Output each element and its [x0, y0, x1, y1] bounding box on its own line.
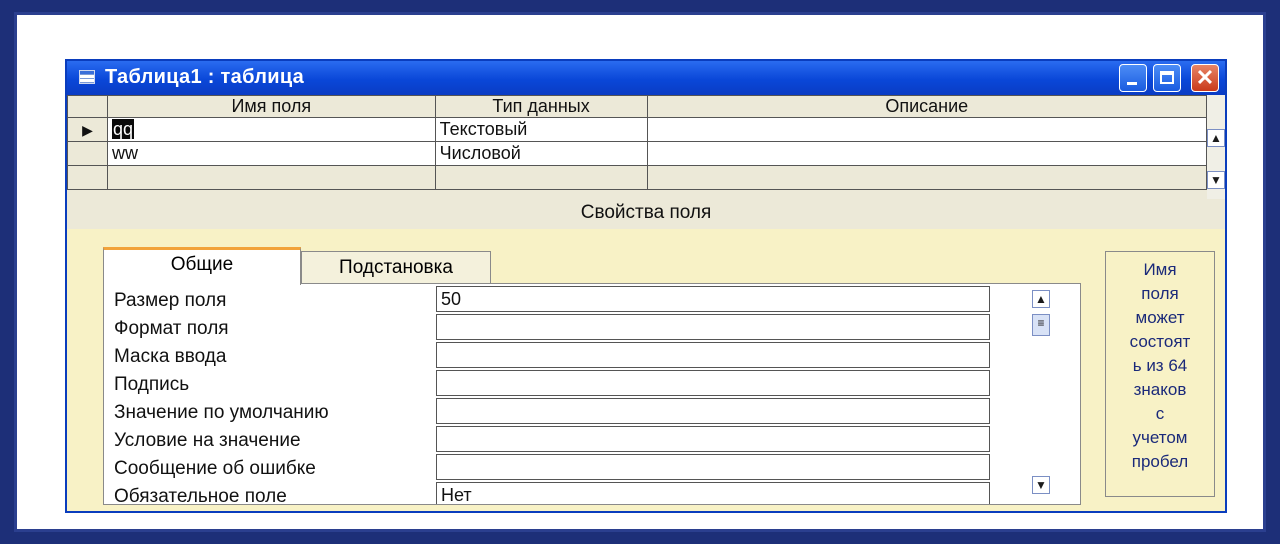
properties-scroll-up-button[interactable]: ▲: [1032, 290, 1050, 308]
scroll-up-icon: ▲: [1210, 131, 1222, 145]
property-value-format[interactable]: [436, 314, 990, 340]
property-label: Обязательное поле: [114, 486, 287, 505]
table-row: ww Числовой: [67, 141, 1208, 166]
property-label: Условие на значение: [114, 430, 301, 451]
property-value-required[interactable]: Нет: [436, 482, 990, 504]
properties-scroll-down-button[interactable]: ▼: [1032, 476, 1050, 494]
outer-frame: Таблица1 : таблица ✕ Имя поля Тип данных…: [14, 12, 1266, 532]
record-selector[interactable]: [67, 141, 108, 166]
data-type-cell[interactable]: Числовой: [434, 141, 648, 166]
header-corner: [67, 95, 108, 118]
scroll-down-icon: ▼: [1210, 173, 1222, 187]
window-title: Таблица1 : таблица: [105, 66, 305, 88]
maximize-icon: [1160, 71, 1174, 84]
description-cell[interactable]: [646, 117, 1208, 142]
scroll-down-button[interactable]: ▼: [1207, 171, 1225, 189]
grid-scrollbar[interactable]: ▲ ▼: [1207, 95, 1225, 199]
column-header-description[interactable]: Описание: [646, 95, 1208, 118]
field-properties-title: Свойства поля: [67, 199, 1225, 229]
table-row: ▶ qq Текстовый: [67, 117, 1208, 142]
record-selector[interactable]: [67, 165, 108, 190]
property-label: Размер поля: [114, 290, 227, 311]
tab-lookup[interactable]: Подстановка: [301, 251, 491, 285]
property-value-validation-text[interactable]: [436, 454, 990, 480]
field-name-cell[interactable]: ww: [106, 141, 436, 166]
property-label: Маска ввода: [114, 346, 227, 367]
grip-icon: ≡: [1037, 316, 1045, 330]
column-header-field-name[interactable]: Имя поля: [106, 95, 436, 118]
maximize-button[interactable]: [1153, 64, 1181, 92]
property-label: Формат поля: [114, 318, 229, 339]
minimize-icon: [1127, 82, 1137, 85]
record-selector[interactable]: ▶: [67, 117, 108, 142]
field-grid: Имя поля Тип данных Описание ▶ qq Тексто…: [67, 95, 1208, 199]
properties-scroll-thumb[interactable]: ≡: [1032, 314, 1050, 336]
field-properties-pane: Общие Подстановка Размер поля 50 Формат …: [67, 229, 1225, 511]
minimize-button[interactable]: [1119, 64, 1147, 92]
table-icon[interactable]: [79, 70, 95, 84]
property-label: Сообщение об ошибке: [114, 458, 316, 479]
property-value-field-size[interactable]: 50: [436, 286, 990, 312]
title-bar[interactable]: Таблица1 : таблица ✕: [67, 61, 1225, 95]
grid-header-row: Имя поля Тип данных Описание: [67, 95, 1208, 118]
property-label: Подпись: [114, 374, 190, 395]
scroll-up-icon: ▲: [1035, 292, 1047, 306]
help-text: Имя поля может состоят ь из 64 знаков с …: [1105, 251, 1215, 497]
record-selector-arrow-icon: ▶: [82, 122, 93, 138]
close-button[interactable]: ✕: [1191, 64, 1219, 92]
scroll-down-icon: ▼: [1035, 478, 1047, 492]
property-value-validation-rule[interactable]: [436, 426, 990, 452]
empty-row: [67, 165, 1208, 190]
scroll-up-button[interactable]: ▲: [1207, 129, 1225, 147]
close-icon: ✕: [1195, 65, 1215, 90]
property-value-input-mask[interactable]: [436, 342, 990, 368]
property-value-default[interactable]: [436, 398, 990, 424]
property-label: Значение по умолчанию: [114, 402, 329, 423]
tab-general[interactable]: Общие: [103, 247, 301, 285]
properties-panel: Размер поля 50 Формат поля Маска ввода П…: [103, 283, 1081, 505]
column-header-data-type[interactable]: Тип данных: [434, 95, 648, 118]
table-design-window: Таблица1 : таблица ✕ Имя поля Тип данных…: [65, 59, 1227, 513]
field-name-cell[interactable]: qq: [106, 117, 436, 142]
data-type-cell[interactable]: Текстовый: [434, 117, 648, 142]
property-value-caption[interactable]: [436, 370, 990, 396]
description-cell[interactable]: [646, 141, 1208, 166]
